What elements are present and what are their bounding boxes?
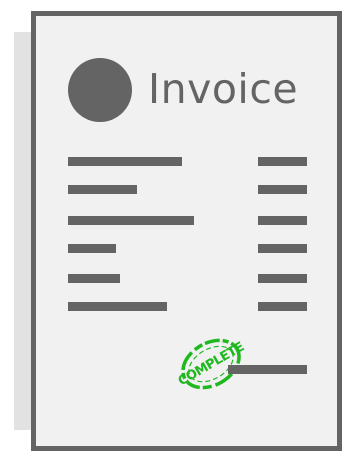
circle-logo-icon [68,58,132,122]
item-amount-line [258,244,307,253]
item-amount-line [258,216,307,225]
page-title: Invoice [148,65,299,113]
item-description-line [68,274,120,283]
item-amount-line [258,157,307,166]
invoice-page: Invoice COMPLETE [31,11,342,451]
item-description-line [68,157,182,166]
item-amount-line [258,185,307,194]
item-amount-line [258,302,307,311]
item-description-line [68,185,137,194]
complete-stamp-icon: COMPLETE [176,338,247,390]
item-description-line [68,216,194,225]
item-description-line [68,244,116,253]
item-description-line [68,302,167,311]
total-amount-line [228,365,307,374]
item-amount-line [258,274,307,283]
